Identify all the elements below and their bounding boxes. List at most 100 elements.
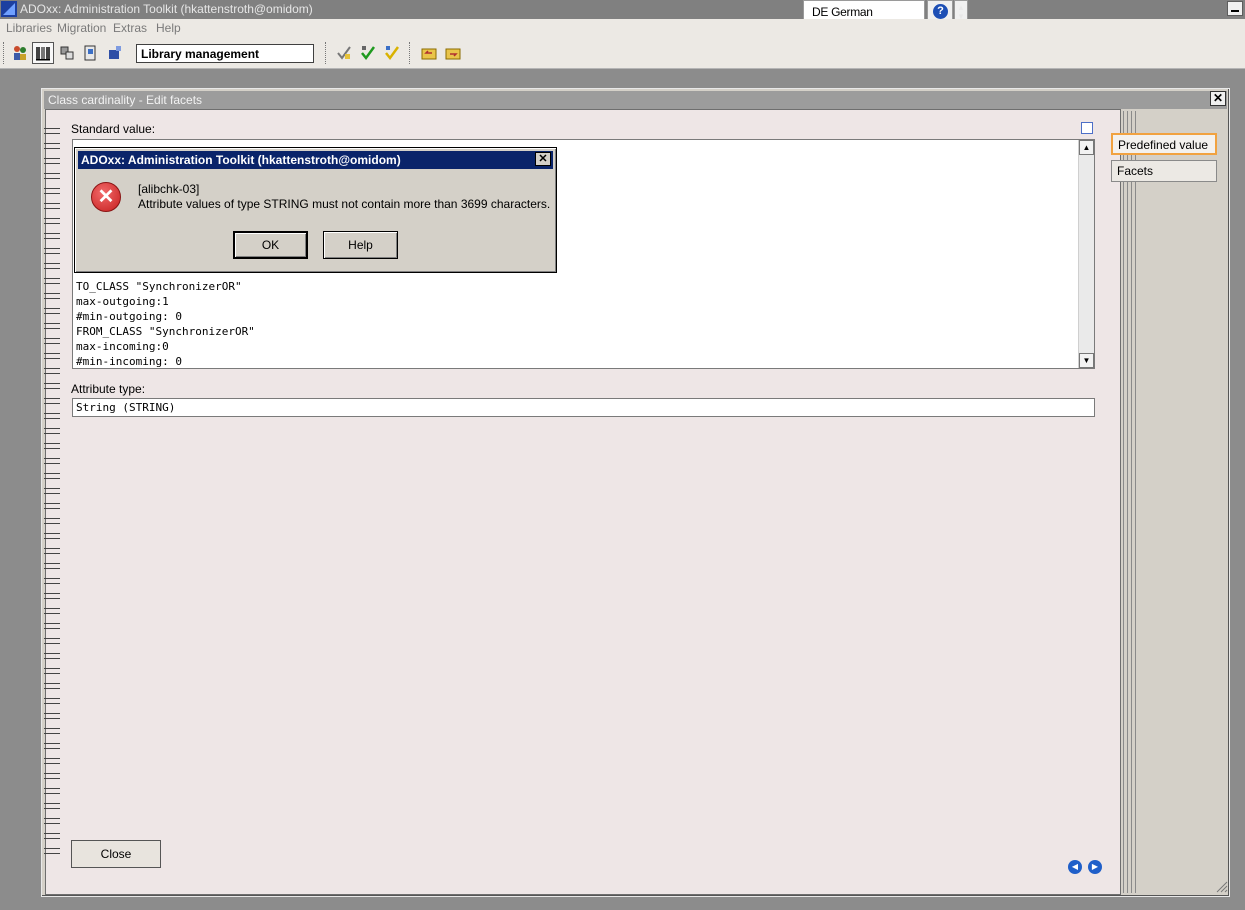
library-management-field[interactable]: Library management (136, 44, 314, 63)
dialog-close-button[interactable]: ✕ (535, 152, 551, 166)
spiral-ring (44, 143, 60, 149)
standard-value-text: TO_CLASS "SynchronizerOR" max-outgoing:1 #… (76, 279, 255, 369)
menu-libraries[interactable]: Libraries (6, 21, 52, 35)
options-chevron-icon[interactable]: ▴ ▾ (954, 0, 968, 21)
library-management-button[interactable] (32, 42, 54, 64)
dialog-title: ADOxx: Administration Toolkit (hkattenst… (78, 151, 553, 169)
spiral-ring (44, 473, 60, 479)
spiral-ring (44, 788, 60, 794)
toolbar-grip[interactable] (409, 42, 412, 64)
spiral-ring (44, 173, 60, 179)
export-folder-button[interactable] (442, 42, 464, 64)
spiral-ring (44, 563, 60, 569)
ok-button[interactable]: OK (233, 231, 308, 259)
standard-value-line: max-incoming:0 (76, 340, 169, 353)
spiral-ring (44, 488, 60, 494)
standard-value-line: TO_CLASS "SynchronizerOR" (76, 280, 242, 293)
menu-extras[interactable]: Extras (113, 21, 147, 35)
spiral-ring (44, 323, 60, 329)
spiral-ring (44, 413, 60, 419)
spiral-ring (44, 158, 60, 164)
spiral-ring (44, 293, 60, 299)
spiral-ring (44, 578, 60, 584)
spiral-ring (44, 608, 60, 614)
spiral-ring (44, 758, 60, 764)
spiral-ring (44, 338, 60, 344)
minimize-button[interactable] (1227, 1, 1243, 16)
previous-page-icon[interactable]: ◀ (1068, 860, 1082, 874)
export-icon (109, 46, 121, 59)
spiral-ring (44, 818, 60, 824)
check-green-button[interactable] (357, 42, 379, 64)
check-yellow-icon (385, 46, 400, 61)
spiral-ring (44, 548, 60, 554)
help-button[interactable]: ? (927, 0, 953, 21)
spiral-ring (44, 848, 60, 854)
menu-help[interactable]: Help (156, 21, 181, 35)
standard-value-line: #min-outgoing: 0 (76, 310, 182, 323)
component-icon (60, 46, 74, 60)
standard-value-line: #min-incoming: 0 (76, 355, 182, 368)
check-button[interactable] (333, 42, 355, 64)
user-management-button[interactable] (9, 42, 31, 64)
menu-migration[interactable]: Migration (57, 21, 106, 35)
next-page-icon[interactable]: ▶ (1088, 860, 1102, 874)
attribute-type-field[interactable]: String (STRING) (72, 398, 1095, 417)
spiral-ring (44, 743, 60, 749)
spiral-ring (44, 398, 60, 404)
spiral-ring (44, 503, 60, 509)
spiral-ring (44, 383, 60, 389)
spiral-ring (44, 698, 60, 704)
check-green-icon (361, 46, 376, 61)
spiral-ring (44, 263, 60, 269)
scroll-down-icon[interactable]: ▼ (1079, 353, 1094, 368)
page-stack (1121, 111, 1139, 893)
spiral-ring (44, 833, 60, 839)
spiral-ring (44, 248, 60, 254)
folder-forward-icon (445, 48, 461, 60)
attribute-type-label: Attribute type: (71, 382, 146, 396)
spiral-binding (44, 128, 62, 858)
error-icon: ✕ (91, 182, 121, 212)
folder-back-icon (421, 48, 437, 60)
document-icon (84, 45, 96, 61)
vertical-scrollbar[interactable]: ▲ ▼ (1078, 140, 1094, 368)
error-message: Attribute values of type STRING must not… (138, 197, 551, 211)
spiral-ring (44, 308, 60, 314)
toolbar-grip[interactable] (325, 42, 328, 64)
spiral-ring (44, 128, 60, 134)
spiral-ring (44, 443, 60, 449)
spiral-ring (44, 188, 60, 194)
tab-predefined-value[interactable]: Predefined value (1111, 133, 1217, 155)
tab-facets[interactable]: Facets (1111, 160, 1217, 182)
spiral-ring (44, 518, 60, 524)
spiral-ring (44, 623, 60, 629)
export-button[interactable] (104, 42, 126, 64)
spiral-ring (44, 458, 60, 464)
spiral-ring (44, 713, 60, 719)
app-logo-icon (1, 1, 17, 17)
scroll-up-icon[interactable]: ▲ (1079, 140, 1094, 155)
resize-grip-icon[interactable] (1214, 879, 1228, 893)
standard-value-line: FROM_CLASS "SynchronizerOR" (76, 325, 255, 338)
close-button[interactable]: Close (71, 840, 161, 868)
expand-square-icon[interactable] (1081, 122, 1093, 134)
spiral-ring (44, 368, 60, 374)
spiral-ring (44, 668, 60, 674)
books-icon (36, 47, 50, 61)
import-folder-button[interactable] (418, 42, 440, 64)
close-window-button[interactable]: ✕ (1210, 91, 1226, 106)
menu-bar: Libraries Migration Extras Help (0, 19, 1245, 37)
error-code: [alibchk-03] (138, 182, 200, 196)
users-icon (14, 46, 26, 60)
component-button[interactable] (56, 42, 78, 64)
spiral-ring (44, 803, 60, 809)
spiral-ring (44, 773, 60, 779)
language-indicator[interactable]: DE German (Germany) (803, 0, 925, 33)
toolbar-grip[interactable] (3, 42, 6, 64)
help-dialog-button[interactable]: Help (323, 231, 398, 259)
spiral-ring (44, 533, 60, 539)
spiral-ring (44, 638, 60, 644)
check-yellow-button[interactable] (381, 42, 403, 64)
document-button[interactable] (80, 42, 102, 64)
